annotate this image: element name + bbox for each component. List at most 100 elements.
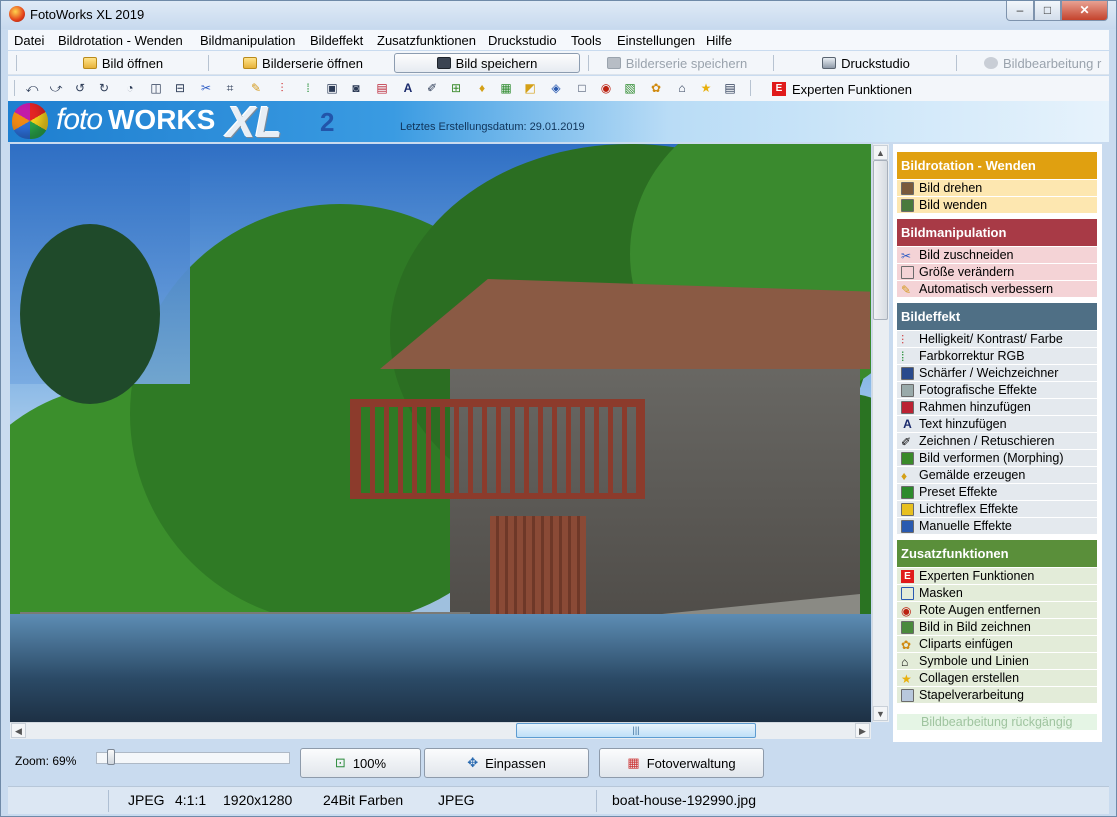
auto-enhance-icon[interactable]: ✎ bbox=[248, 80, 264, 96]
panel-item-brightness[interactable]: ⫶ Helligkeit/ Kontrast/ Farbe bbox=[897, 331, 1097, 348]
preset-effects-icon[interactable]: ▦ bbox=[498, 80, 514, 96]
symbols-icon[interactable]: ⌂ bbox=[674, 80, 690, 96]
panel-item-cliparts[interactable]: ✿ Cliparts einfügen bbox=[897, 636, 1097, 653]
expert-functions-button[interactable]: E Experten Funktionen bbox=[772, 80, 912, 98]
zoom-slider-track[interactable] bbox=[96, 752, 290, 764]
rotate-right-icon[interactable]: ⤻ bbox=[48, 80, 64, 96]
morph-icon[interactable]: ⊞ bbox=[448, 80, 464, 96]
panel-item-preset[interactable]: Preset Effekte bbox=[897, 484, 1097, 501]
resize-icon[interactable]: ⌗ bbox=[222, 80, 238, 96]
menu-bildeffekt[interactable]: Bildeffekt bbox=[310, 33, 363, 48]
color-rgb-icon[interactable]: ⁞ bbox=[300, 80, 316, 96]
flip-vertical-icon[interactable]: ⊟ bbox=[172, 80, 188, 96]
panel-item-red-eye[interactable]: ◉ Rote Augen entfernen bbox=[897, 602, 1097, 619]
menu-druckstudio[interactable]: Druckstudio bbox=[488, 33, 557, 48]
scroll-up-icon[interactable]: ▲ bbox=[873, 145, 888, 160]
image-in-image-icon[interactable]: ▧ bbox=[622, 80, 638, 96]
panel-item-morph[interactable]: Bild verformen (Morphing) bbox=[897, 450, 1097, 467]
panel-item-collage[interactable]: ★ Collagen erstellen bbox=[897, 670, 1097, 687]
panel-item-frame[interactable]: Rahmen hinzufügen bbox=[897, 399, 1097, 416]
logo-text-works: WORKS bbox=[108, 104, 216, 135]
menu-bildrotation[interactable]: Bildrotation - Wenden bbox=[58, 33, 183, 48]
panel-item-auto-enhance[interactable]: ✎ Automatisch verbessern bbox=[897, 281, 1097, 298]
levels-icon[interactable]: ⫶ bbox=[274, 80, 290, 96]
rotate-custom-icon[interactable]: ◔ bbox=[122, 80, 138, 96]
panel-item-batch[interactable]: Stapelverarbeitung bbox=[897, 687, 1097, 704]
horizontal-scroll-thumb[interactable]: ||| bbox=[516, 723, 756, 738]
photo-manager-button[interactable]: ▦ Fotoverwaltung bbox=[599, 748, 764, 778]
open-series-button[interactable]: Bilderserie öffnen bbox=[218, 53, 388, 73]
flip-horizontal-icon[interactable]: ◫ bbox=[148, 80, 164, 96]
menu-einstellungen[interactable]: Einstellungen bbox=[617, 33, 695, 48]
image-canvas[interactable] bbox=[10, 144, 871, 722]
menu-zusatzfunktionen[interactable]: Zusatzfunktionen bbox=[377, 33, 476, 48]
draw-icon[interactable]: ✐ bbox=[424, 80, 440, 96]
panel-item-photo-effects[interactable]: Fotografische Effekte bbox=[897, 382, 1097, 399]
scroll-left-icon[interactable]: ◀ bbox=[11, 723, 26, 738]
rotate-cw-icon[interactable]: ↻ bbox=[96, 80, 112, 96]
minimize-button[interactable]: – bbox=[1006, 1, 1034, 21]
close-button[interactable]: ✕ bbox=[1061, 1, 1108, 21]
save-image-button[interactable]: Bild speichern bbox=[394, 53, 580, 73]
red-eye-icon[interactable]: ◉ bbox=[598, 80, 614, 96]
panel-item-resize[interactable]: Größe verändern bbox=[897, 264, 1097, 281]
section-header-effect[interactable]: Bildeffekt bbox=[897, 303, 1097, 330]
brush-icon: ♦ bbox=[901, 468, 908, 483]
panel-item-expert[interactable]: E Experten Funktionen bbox=[897, 568, 1097, 585]
section-header-manipulation[interactable]: Bildmanipulation bbox=[897, 219, 1097, 246]
batch-icon[interactable]: ▤ bbox=[722, 80, 738, 96]
panel-item-label: Rahmen hinzufügen bbox=[919, 400, 1031, 414]
rotate-ccw-icon[interactable]: ↺ bbox=[72, 80, 88, 96]
sharpen-icon[interactable]: ▣ bbox=[324, 80, 340, 96]
zoom-100-button[interactable]: ⊡ 100% bbox=[300, 748, 421, 778]
collage-icon[interactable]: ★ bbox=[698, 80, 714, 96]
section-header-rotation[interactable]: Bildrotation - Wenden bbox=[897, 152, 1097, 179]
text-icon[interactable]: A bbox=[400, 80, 416, 96]
panel-item-draw[interactable]: ✐ Zeichnen / Retuschieren bbox=[897, 433, 1097, 450]
panel-item-image-in-image[interactable]: Bild in Bild zeichnen bbox=[897, 619, 1097, 636]
panel-item-painting[interactable]: ♦ Gemälde erzeugen bbox=[897, 467, 1097, 484]
crop-icon[interactable]: ✂ bbox=[198, 80, 214, 96]
panel-item-label: Bild in Bild zeichnen bbox=[919, 620, 1031, 634]
vertical-scroll-thumb[interactable] bbox=[873, 160, 888, 320]
scroll-right-icon[interactable]: ▶ bbox=[855, 723, 870, 738]
panel-item-text[interactable]: A Text hinzufügen bbox=[897, 416, 1097, 433]
levels-icon: ⫶ bbox=[901, 332, 905, 347]
toolbar-separator bbox=[956, 55, 957, 71]
open-image-button[interactable]: Bild öffnen bbox=[48, 53, 198, 73]
menu-datei[interactable]: Datei bbox=[14, 33, 44, 48]
lightreflex-icon bbox=[901, 502, 914, 516]
menu-hilfe[interactable]: Hilfe bbox=[706, 33, 732, 48]
status-separator bbox=[108, 790, 109, 812]
panel-item-sharpen[interactable]: Schärfer / Weichzeichner bbox=[897, 365, 1097, 382]
section-header-extras[interactable]: Zusatzfunktionen bbox=[897, 540, 1097, 567]
fit-button[interactable]: ✥ Einpassen bbox=[424, 748, 589, 778]
photo-effects-icon[interactable]: ◙ bbox=[348, 80, 364, 96]
panel-item-rotate[interactable]: Bild drehen bbox=[897, 180, 1097, 197]
panel-item-rgb[interactable]: ⁞ Farbkorrektur RGB bbox=[897, 348, 1097, 365]
scroll-down-icon[interactable]: ▼ bbox=[873, 706, 888, 721]
toolbar-separator bbox=[773, 55, 774, 71]
menu-tools[interactable]: Tools bbox=[571, 33, 601, 48]
zoom-slider-handle[interactable] bbox=[107, 749, 115, 765]
panel-item-masks[interactable]: Masken bbox=[897, 585, 1097, 602]
panel-item-lightreflex[interactable]: Lichtreflex Effekte bbox=[897, 501, 1097, 518]
undo-edit-button[interactable]: Bildbearbeitung r bbox=[984, 53, 1109, 73]
save-series-button[interactable]: Bilderserie speichern bbox=[593, 53, 761, 73]
panel-undo-button[interactable]: Bildbearbeitung rückgängig bbox=[897, 714, 1097, 731]
mask-icon[interactable]: □ bbox=[574, 80, 590, 96]
maximize-button[interactable]: □ bbox=[1034, 1, 1061, 21]
panel-item-symbols[interactable]: ⌂ Symbole und Linien bbox=[897, 653, 1097, 670]
frame-icon[interactable]: ▤ bbox=[374, 80, 390, 96]
panel-item-flip[interactable]: Bild wenden bbox=[897, 197, 1097, 214]
rotate-left-icon[interactable]: ⤺ bbox=[24, 80, 40, 96]
manual-effects-icon[interactable]: ◈ bbox=[548, 80, 564, 96]
panel-item-crop[interactable]: ✂ Bild zuschneiden bbox=[897, 247, 1097, 264]
print-studio-button[interactable]: Druckstudio bbox=[786, 53, 946, 73]
painting-icon[interactable]: ♦ bbox=[474, 80, 490, 96]
panel-item-manual[interactable]: Manuelle Effekte bbox=[897, 518, 1097, 535]
clipart-icon[interactable]: ✿ bbox=[648, 80, 664, 96]
menu-bildmanipulation[interactable]: Bildmanipulation bbox=[200, 33, 295, 48]
undo-edit-label: Bildbearbeitung r bbox=[1003, 55, 1102, 71]
lightreflex-icon[interactable]: ◩ bbox=[522, 80, 538, 96]
